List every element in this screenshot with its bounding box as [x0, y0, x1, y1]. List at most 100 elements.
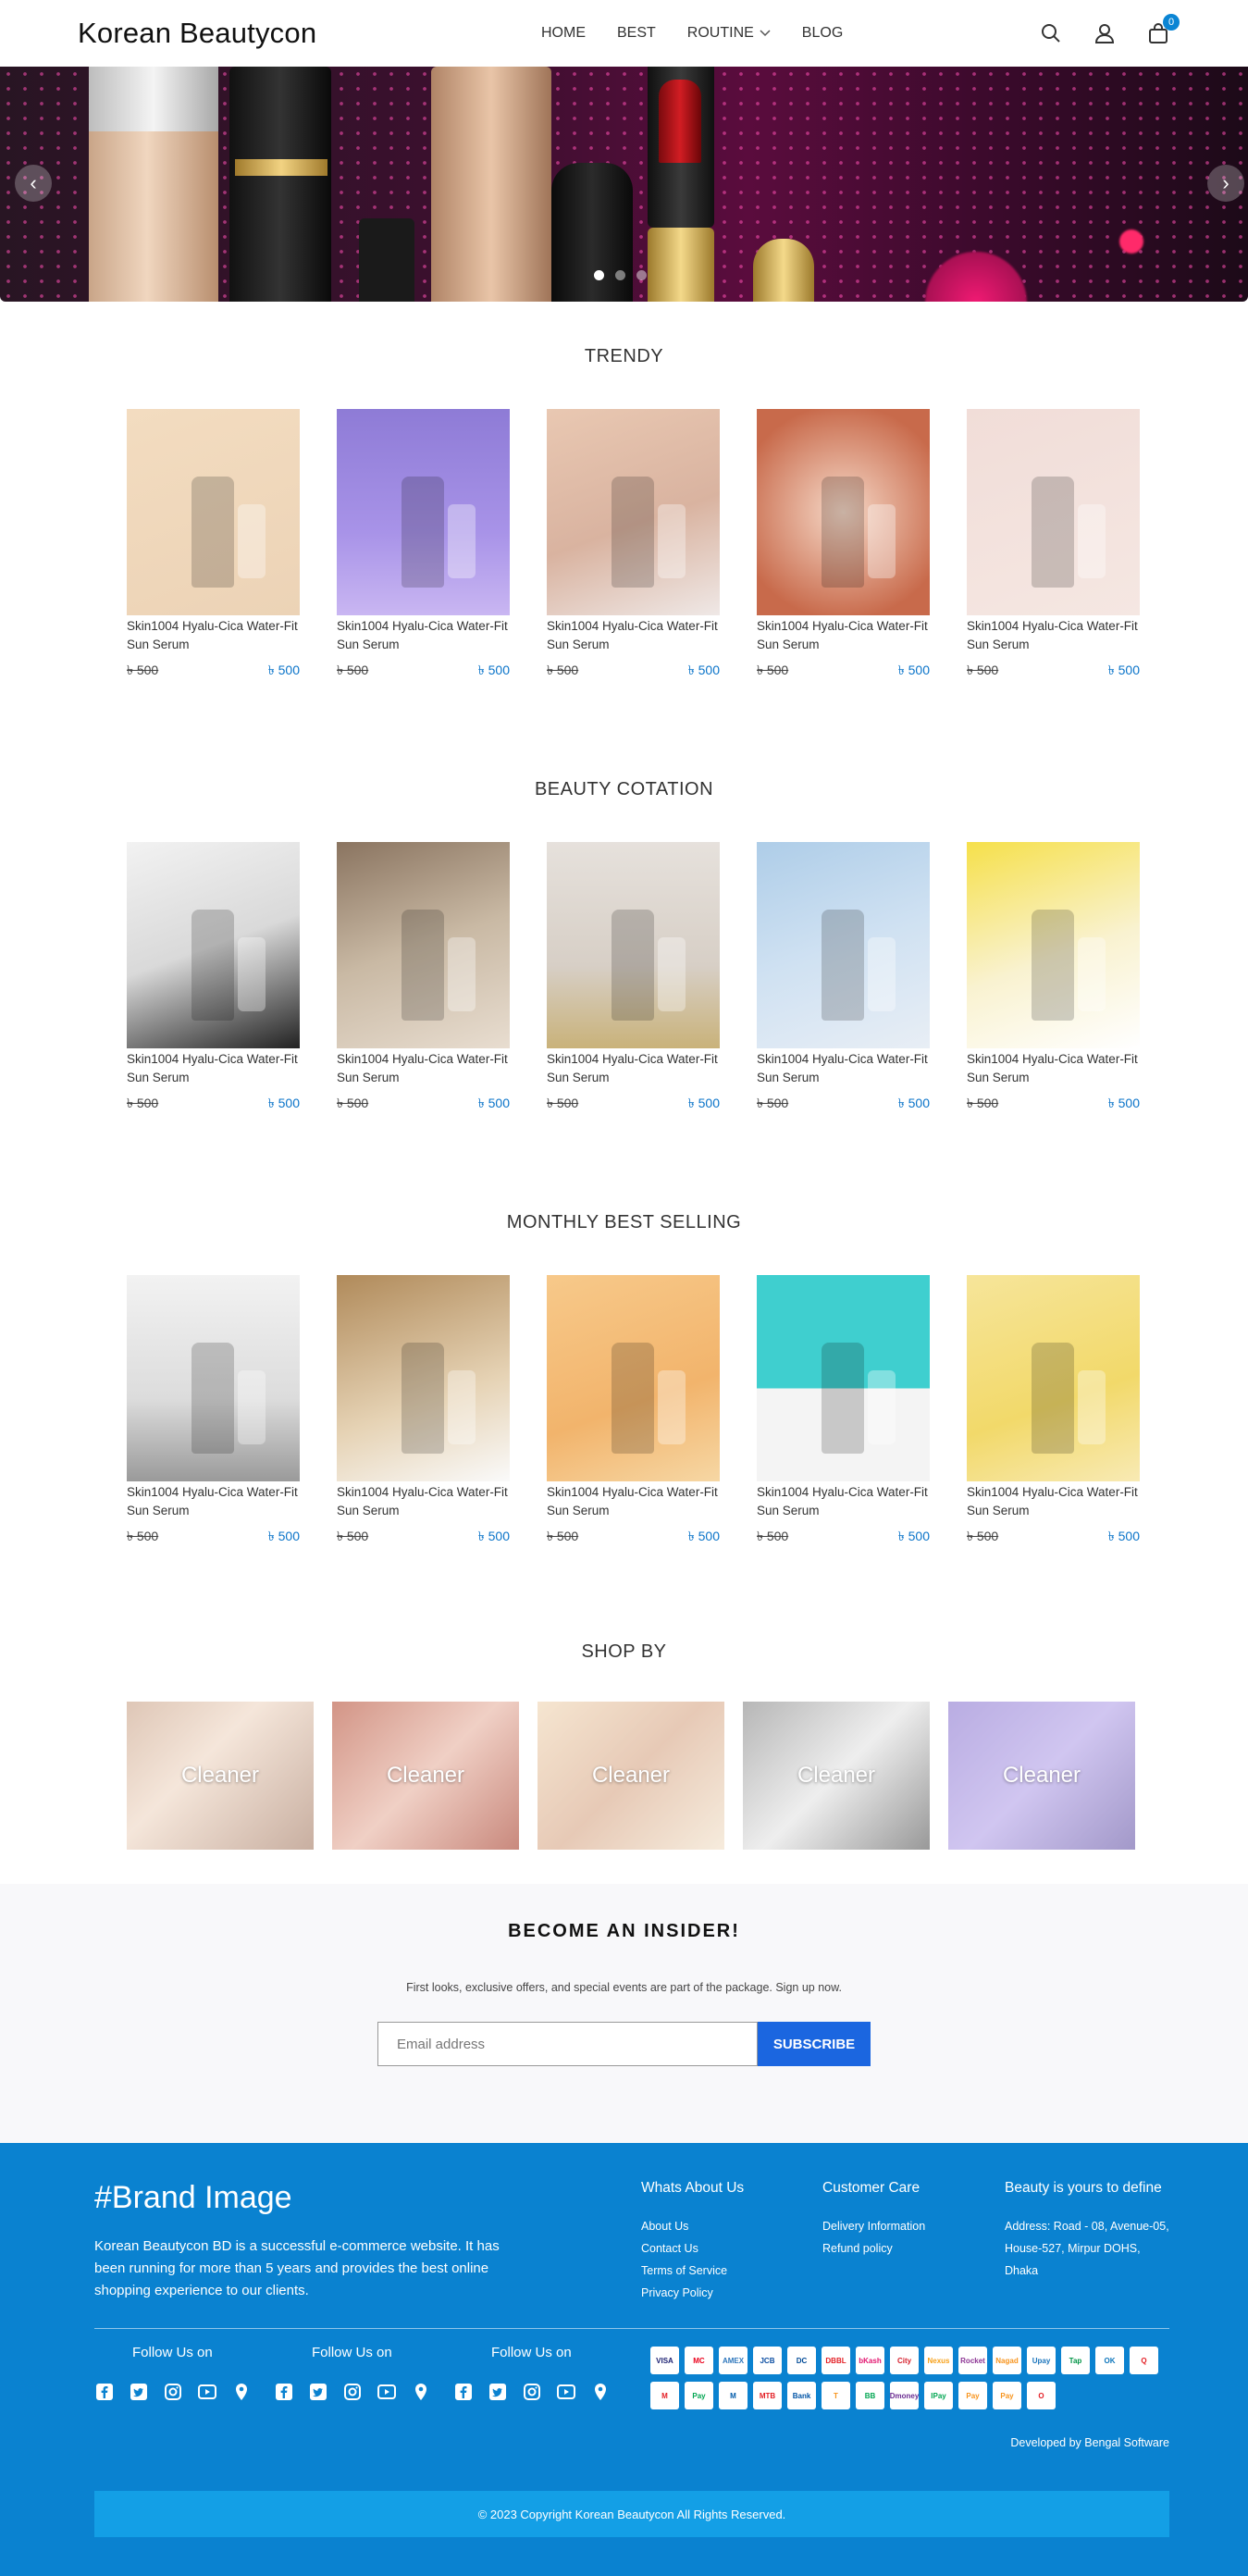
payment-badge: M [719, 2382, 748, 2409]
shop-by-card[interactable]: Cleaner [538, 1702, 724, 1850]
subscribe-button[interactable]: SUBSCRIBE [758, 2022, 871, 2066]
shop-by-card[interactable]: Cleaner [743, 1702, 930, 1850]
developer-credit[interactable]: Developed by Bengal Software [1010, 2436, 1169, 2449]
sale-price: ৳ 500 [897, 1096, 930, 1110]
product-card[interactable]: Skin1004 Hyalu-Cica Water-Fit Sun Serum ৳… [967, 409, 1140, 682]
product-price: ৳ 500 ৳ 500 [337, 1526, 510, 1548]
product-name[interactable]: Skin1004 Hyalu-Cica Water-Fit Sun Serum [127, 1050, 300, 1087]
cart-icon[interactable]: 0 [1146, 14, 1180, 45]
product-name[interactable]: Skin1004 Hyalu-Cica Water-Fit Sun Serum [127, 1483, 300, 1520]
product-name[interactable]: Skin1004 Hyalu-Cica Water-Fit Sun Serum [337, 1050, 510, 1087]
facebook-icon[interactable] [94, 2382, 115, 2402]
product-card[interactable]: Skin1004 Hyalu-Cica Water-Fit Sun Serum ৳… [337, 1275, 510, 1548]
payment-badge: Pay [685, 2382, 713, 2409]
nav-best[interactable]: BEST [617, 25, 656, 42]
cart-count-badge: 0 [1163, 14, 1180, 31]
product-image[interactable] [337, 1275, 510, 1481]
youtube-icon[interactable] [197, 2382, 217, 2402]
shop-by-card[interactable]: Cleaner [948, 1702, 1135, 1850]
product-name[interactable]: Skin1004 Hyalu-Cica Water-Fit Sun Serum [967, 617, 1140, 654]
footer-link-privacy[interactable]: Privacy Policy [641, 2282, 744, 2304]
product-image[interactable] [337, 842, 510, 1048]
footer-link-delivery[interactable]: Delivery Information [822, 2215, 925, 2237]
product-name[interactable]: Skin1004 Hyalu-Cica Water-Fit Sun Serum [757, 617, 930, 654]
shop-by-card[interactable]: Cleaner [332, 1702, 519, 1850]
newsletter-form: SUBSCRIBE [0, 2022, 1248, 2066]
product-card[interactable]: Skin1004 Hyalu-Cica Water-Fit Sun Serum ৳… [757, 842, 930, 1115]
social-links [94, 2382, 252, 2402]
product-image[interactable] [757, 409, 930, 615]
product-card[interactable]: Skin1004 Hyalu-Cica Water-Fit Sun Serum ৳… [127, 1275, 300, 1548]
main-nav: HOME BEST ROUTINE BLOG [541, 0, 843, 67]
sale-price: ৳ 500 [687, 1096, 720, 1110]
product-card[interactable]: Skin1004 Hyalu-Cica Water-Fit Sun Serum ৳… [967, 1275, 1140, 1548]
product-image[interactable] [547, 842, 720, 1048]
hero-prev-button[interactable]: ‹ [15, 165, 52, 202]
product-card[interactable]: Skin1004 Hyalu-Cica Water-Fit Sun Serum ৳… [337, 409, 510, 682]
hero-next-button[interactable]: › [1207, 165, 1244, 202]
product-card[interactable]: Skin1004 Hyalu-Cica Water-Fit Sun Serum ৳… [547, 409, 720, 682]
slider-dot-1[interactable] [594, 270, 604, 280]
email-field[interactable] [377, 2022, 758, 2066]
product-card[interactable]: Skin1004 Hyalu-Cica Water-Fit Sun Serum ৳… [127, 409, 300, 682]
product-card[interactable]: Skin1004 Hyalu-Cica Water-Fit Sun Serum ৳… [547, 1275, 720, 1548]
search-icon[interactable] [1039, 21, 1063, 45]
twitter-icon[interactable] [308, 2382, 328, 2402]
footer-link-terms[interactable]: Terms of Service [641, 2260, 744, 2282]
facebook-icon[interactable] [274, 2382, 294, 2402]
product-image[interactable] [757, 1275, 930, 1481]
nav-blog[interactable]: BLOG [802, 25, 843, 42]
product-name[interactable]: Skin1004 Hyalu-Cica Water-Fit Sun Serum [547, 1483, 720, 1520]
product-image[interactable] [547, 1275, 720, 1481]
youtube-icon[interactable] [556, 2382, 576, 2402]
product-image[interactable] [127, 1275, 300, 1481]
product-name[interactable]: Skin1004 Hyalu-Cica Water-Fit Sun Serum [967, 1483, 1140, 1520]
social-links [274, 2382, 431, 2402]
old-price: ৳ 500 [337, 1529, 369, 1543]
product-image[interactable] [547, 409, 720, 615]
product-image[interactable] [127, 842, 300, 1048]
instagram-icon[interactable] [163, 2382, 183, 2402]
product-name[interactable]: Skin1004 Hyalu-Cica Water-Fit Sun Serum [547, 617, 720, 654]
footer-link-contact-us[interactable]: Contact Us [641, 2237, 744, 2260]
twitter-icon[interactable] [129, 2382, 149, 2402]
instagram-icon[interactable] [522, 2382, 542, 2402]
user-icon[interactable] [1093, 21, 1117, 45]
location-pin-icon[interactable] [231, 2382, 252, 2402]
product-name[interactable]: Skin1004 Hyalu-Cica Water-Fit Sun Serum [967, 1050, 1140, 1087]
product-image[interactable] [757, 842, 930, 1048]
product-card[interactable]: Skin1004 Hyalu-Cica Water-Fit Sun Serum ৳… [127, 842, 300, 1115]
instagram-icon[interactable] [342, 2382, 363, 2402]
product-image[interactable] [967, 409, 1140, 615]
product-name[interactable]: Skin1004 Hyalu-Cica Water-Fit Sun Serum [127, 617, 300, 654]
product-image[interactable] [127, 409, 300, 615]
nav-routine[interactable]: ROUTINE [687, 25, 771, 42]
payment-badge: BB [856, 2382, 884, 2409]
product-image[interactable] [337, 409, 510, 615]
nav-home[interactable]: HOME [541, 25, 586, 42]
product-card[interactable]: Skin1004 Hyalu-Cica Water-Fit Sun Serum ৳… [547, 842, 720, 1115]
product-name[interactable]: Skin1004 Hyalu-Cica Water-Fit Sun Serum [337, 1483, 510, 1520]
product-name[interactable]: Skin1004 Hyalu-Cica Water-Fit Sun Serum [337, 617, 510, 654]
location-pin-icon[interactable] [590, 2382, 611, 2402]
product-name[interactable]: Skin1004 Hyalu-Cica Water-Fit Sun Serum [757, 1483, 930, 1520]
product-card[interactable]: Skin1004 Hyalu-Cica Water-Fit Sun Serum ৳… [337, 842, 510, 1115]
location-pin-icon[interactable] [411, 2382, 431, 2402]
footer-link-refund[interactable]: Refund policy [822, 2237, 925, 2260]
youtube-icon[interactable] [377, 2382, 397, 2402]
slider-dot-2[interactable] [615, 270, 625, 280]
footer-link-about-us[interactable]: About Us [641, 2215, 744, 2237]
product-card[interactable]: Skin1004 Hyalu-Cica Water-Fit Sun Serum ৳… [757, 409, 930, 682]
sale-price: ৳ 500 [1107, 1096, 1140, 1110]
slider-dot-3[interactable] [636, 270, 647, 280]
facebook-icon[interactable] [453, 2382, 474, 2402]
product-card[interactable]: Skin1004 Hyalu-Cica Water-Fit Sun Serum ৳… [757, 1275, 930, 1548]
twitter-icon[interactable] [488, 2382, 508, 2402]
product-card[interactable]: Skin1004 Hyalu-Cica Water-Fit Sun Serum ৳… [967, 842, 1140, 1115]
product-image[interactable] [967, 842, 1140, 1048]
site-logo[interactable]: Korean Beautycon [78, 17, 316, 50]
product-name[interactable]: Skin1004 Hyalu-Cica Water-Fit Sun Serum [757, 1050, 930, 1087]
shop-by-card[interactable]: Cleaner [127, 1702, 314, 1850]
product-name[interactable]: Skin1004 Hyalu-Cica Water-Fit Sun Serum [547, 1050, 720, 1087]
product-image[interactable] [967, 1275, 1140, 1481]
